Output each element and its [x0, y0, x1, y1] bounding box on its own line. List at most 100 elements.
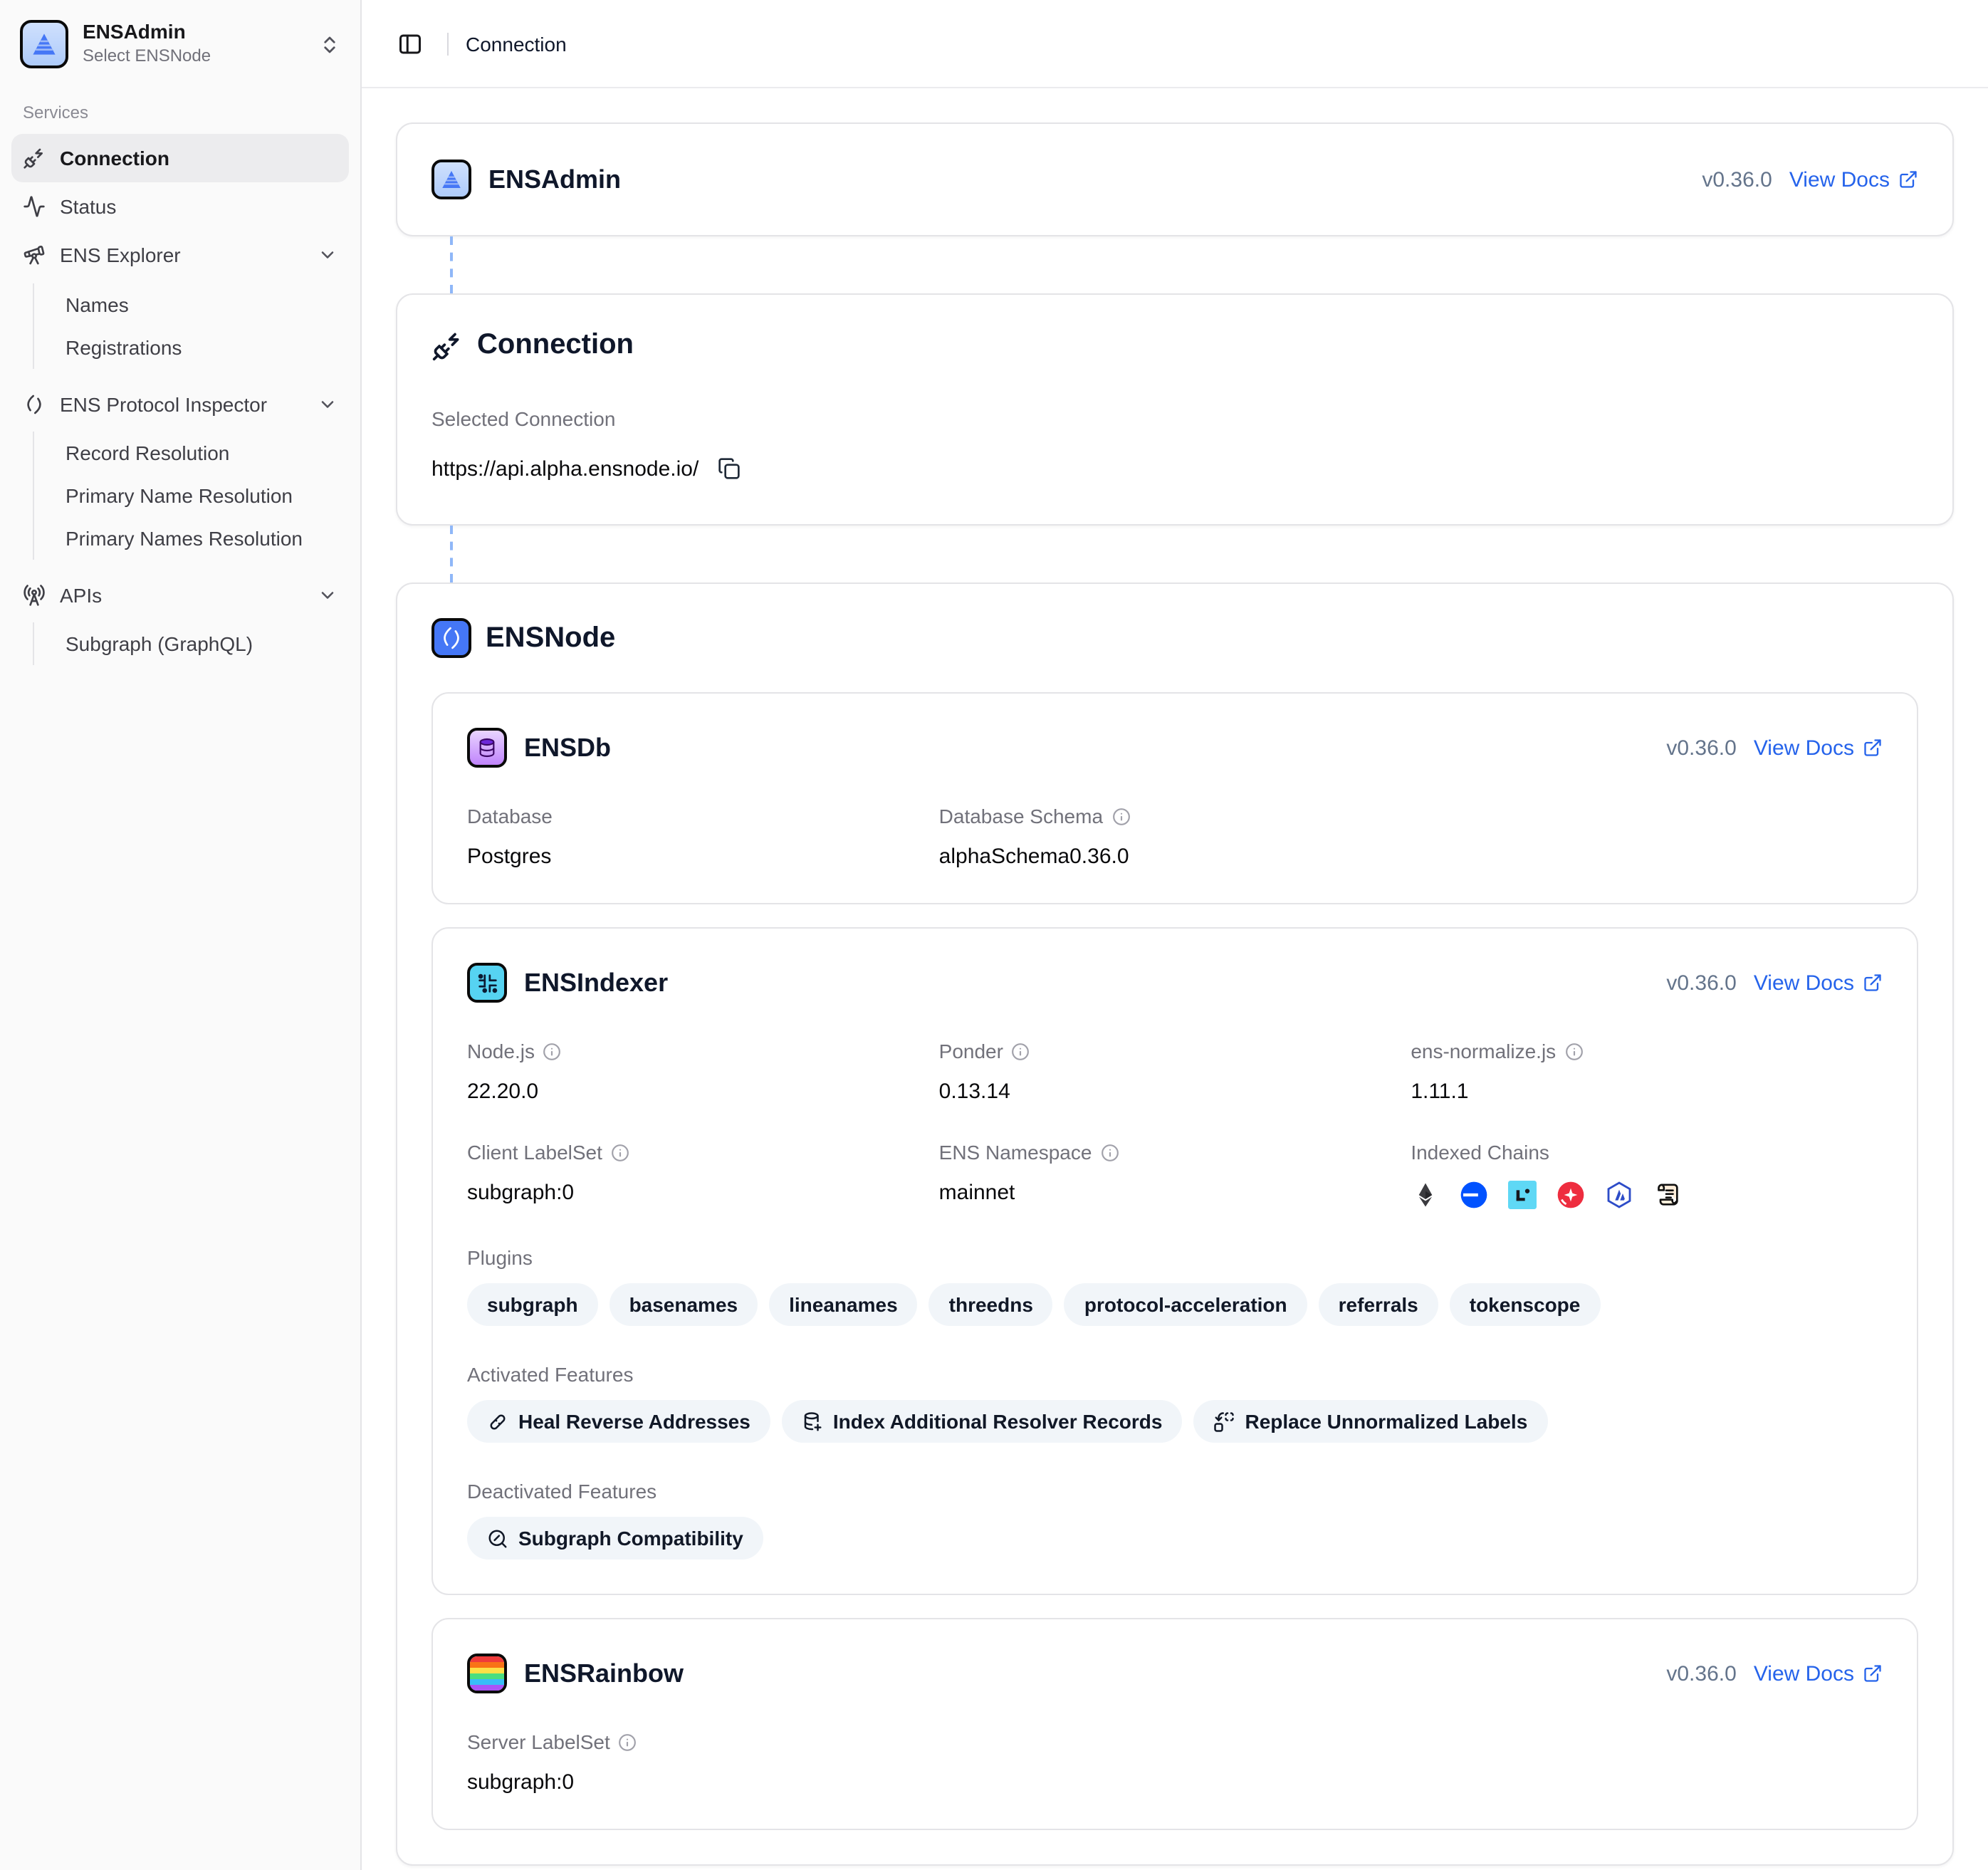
ensadmin-logo-icon [431, 160, 471, 199]
ensnode-selector[interactable]: ENSAdmin Select ENSNode [11, 11, 349, 77]
info-icon[interactable] [1111, 807, 1130, 825]
breadcrumb: Connection [466, 32, 567, 55]
plugins-label: Plugins [467, 1246, 1883, 1269]
ens-mark-icon [23, 392, 46, 415]
indexed-chains-row [1411, 1181, 1883, 1209]
indexer-fields-row2: Client LabelSet subgraph:0 ENS Namespace… [467, 1141, 1883, 1209]
ens-explorer-subnav: Names Registrations [33, 283, 349, 368]
app-subtitle: Select ENSNode [83, 46, 305, 68]
ensindexer-view-docs-link[interactable]: View Docs [1754, 971, 1883, 995]
copy-url-button[interactable] [713, 453, 744, 484]
feature-chip: Subgraph Compatibility [467, 1517, 763, 1560]
ponder-label: Ponder [939, 1040, 1003, 1062]
plugin-chip: basenames [610, 1283, 758, 1326]
info-icon[interactable] [1100, 1143, 1119, 1161]
info-icon[interactable] [611, 1143, 629, 1161]
database-plus-icon [802, 1411, 823, 1432]
ensadmin-card-title: ENSAdmin [488, 164, 621, 194]
activity-icon [23, 196, 46, 219]
info-icon[interactable] [543, 1042, 562, 1060]
plugin-chip: lineanames [769, 1283, 918, 1326]
chevron-down-icon [318, 246, 338, 266]
sidebar-item-primary-name-resolution[interactable]: Primary Name Resolution [54, 474, 349, 517]
ensnode-card: ENSNode ENSDb v0.36.0 [396, 583, 1954, 1866]
topbar: Connection [362, 0, 1988, 88]
ensdb-card: ENSDb v0.36.0 View Docs Da [431, 692, 1918, 904]
external-link-icon [1863, 1663, 1883, 1683]
page-content: ENSAdmin v0.36.0 View Docs Connection Se… [362, 88, 1988, 1870]
sidebar-item-apis[interactable]: APIs [11, 571, 349, 620]
external-link-icon [1863, 973, 1883, 993]
optimism-icon [1556, 1181, 1584, 1209]
sidebar-nav: Connection Status ENS Explorer Names Reg… [11, 134, 349, 677]
sidebar-item-names[interactable]: Names [54, 283, 349, 325]
chevrons-up-down-icon [319, 33, 340, 55]
base-icon [1459, 1181, 1487, 1209]
sidebar-item-status[interactable]: Status [11, 182, 349, 231]
deactivated-features-label: Deactivated Features [467, 1480, 1883, 1503]
bandage-icon [487, 1411, 508, 1432]
indexed-chains-label: Indexed Chains [1411, 1141, 1883, 1164]
chevron-down-icon [318, 394, 338, 414]
info-icon[interactable] [1012, 1042, 1030, 1060]
database-schema-value: alphaSchema0.36.0 [939, 845, 1411, 869]
plugin-chip: referrals [1319, 1283, 1438, 1326]
ensrainbow-card-title: ENSRainbow [524, 1659, 684, 1688]
ensnode-logo-icon [431, 618, 471, 658]
panel-left-icon [397, 31, 423, 56]
connection-card: Connection Selected Connection https://a… [396, 293, 1954, 526]
ensindexer-logo-icon [467, 963, 507, 1003]
sidebar: ENSAdmin Select ENSNode Services Connect… [0, 0, 362, 1870]
app-title: ENSAdmin [83, 20, 186, 43]
ensdb-view-docs-link[interactable]: View Docs [1754, 736, 1883, 760]
ensdb-version: v0.36.0 [1666, 736, 1736, 760]
connection-card-title: Connection [477, 329, 634, 362]
sidebar-item-subgraph-graphql[interactable]: Subgraph (GraphQL) [54, 622, 349, 665]
replace-icon [1214, 1411, 1235, 1432]
ensnode-card-title: ENSNode [486, 622, 615, 654]
server-labelset-value: subgraph:0 [467, 1770, 939, 1795]
ensrainbow-logo-icon [467, 1654, 507, 1693]
ensadmin-view-docs-link[interactable]: View Docs [1789, 167, 1918, 192]
database-schema-label: Database Schema [939, 805, 1103, 827]
info-icon[interactable] [619, 1733, 637, 1751]
sidebar-item-connection[interactable]: Connection [11, 134, 349, 182]
ensrainbow-view-docs-link[interactable]: View Docs [1754, 1661, 1883, 1686]
connector-line [450, 236, 1954, 293]
feature-chip: Heal Reverse Addresses [467, 1400, 770, 1443]
ponder-value: 0.13.14 [939, 1080, 1411, 1104]
chevron-down-icon [318, 585, 338, 605]
plugin-chip: threedns [929, 1283, 1053, 1326]
info-icon[interactable] [1564, 1042, 1583, 1060]
activated-features-row: Heal Reverse Addresses Index Additional R… [467, 1400, 1883, 1443]
sidebar-toggle-button[interactable] [390, 23, 430, 63]
selected-connection-label: Selected Connection [431, 407, 1918, 430]
ens-normalize-label: ens-normalize.js [1411, 1040, 1556, 1062]
ensadmin-app: ENSAdmin Select ENSNode Services Connect… [0, 0, 1988, 1870]
server-labelset-label: Server LabelSet [467, 1730, 610, 1753]
plug-zap-icon [23, 147, 46, 169]
sidebar-item-ens-explorer[interactable]: ENS Explorer [11, 231, 349, 280]
ensindexer-version: v0.36.0 [1666, 971, 1736, 995]
sidebar-item-record-resolution[interactable]: Record Resolution [54, 432, 349, 474]
indexer-fields-row1: Node.js 22.20.0 Ponder 0.13.14 ens-norma… [467, 1040, 1883, 1104]
plugin-chip: tokenscope [1450, 1283, 1601, 1326]
deactivated-features-row: Subgraph Compatibility [467, 1517, 1883, 1560]
ensindexer-card: ENSIndexer v0.36.0 View Docs [431, 927, 1918, 1595]
external-link-icon [1898, 169, 1918, 189]
search-slash-icon [487, 1527, 508, 1549]
ens-namespace-value: mainnet [939, 1181, 1411, 1205]
sidebar-group-label: Services [11, 77, 349, 134]
sidebar-item-registrations[interactable]: Registrations [54, 325, 349, 368]
external-link-icon [1863, 738, 1883, 758]
linea-icon [1507, 1181, 1536, 1209]
nodejs-value: 22.20.0 [467, 1080, 939, 1104]
connection-url: https://api.alpha.ensnode.io/ [431, 456, 699, 481]
radio-tower-icon [23, 584, 46, 607]
sidebar-item-primary-names-resolution[interactable]: Primary Names Resolution [54, 517, 349, 560]
sidebar-item-ens-protocol-inspector[interactable]: ENS Protocol Inspector [11, 380, 349, 428]
arbitrum-icon [1604, 1181, 1633, 1209]
topbar-divider [447, 32, 449, 55]
feature-chip: Index Additional Resolver Records [782, 1400, 1183, 1443]
scroll-icon [1653, 1181, 1681, 1209]
